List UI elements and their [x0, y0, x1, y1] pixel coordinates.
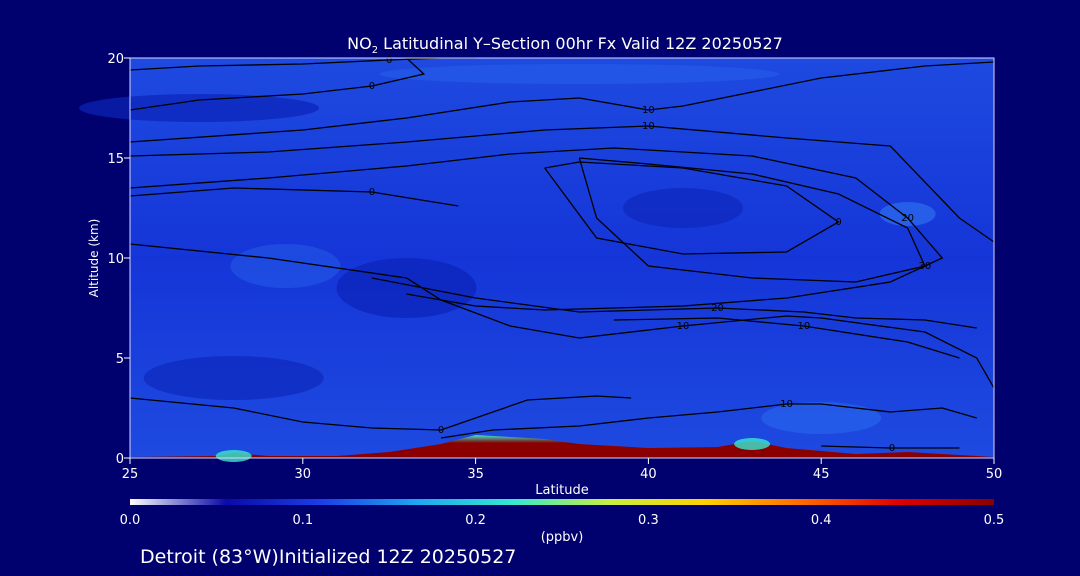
colorbar-tick-label: 0.1: [292, 513, 313, 528]
chart-root: NO2 Latitudinal Y–Section 00hr Fx Valid …: [0, 0, 1080, 576]
contour-label: 10: [780, 399, 793, 410]
y-tick-label: 0: [116, 452, 124, 467]
contour-label: 20: [901, 213, 914, 224]
field-patch: [143, 356, 324, 400]
colorbar-tick-label: 0.0: [120, 513, 141, 528]
contour-label: 0: [835, 217, 841, 228]
colorbar-tick-label: 0.5: [984, 513, 1005, 528]
surface-hotspot: [215, 450, 252, 462]
colorbar-unit-label: (ppbv): [541, 530, 584, 545]
y-axis-label: Altitude (km): [87, 219, 101, 298]
plot-area: [79, 58, 994, 462]
contour-label: 10: [642, 105, 655, 116]
x-tick-label: 30: [295, 467, 312, 482]
y-tick-label: 20: [107, 52, 124, 67]
field-patch: [761, 402, 882, 434]
subtitle-location-init: Detroit (83°W)Initialized 12Z 20250527: [140, 546, 516, 568]
chart-title: NO2 Latitudinal Y–Section 00hr Fx Valid …: [347, 34, 783, 56]
title-rest: Latitudinal Y–Section 00hr Fx Valid 12Z …: [378, 34, 783, 53]
contour-label: 0: [369, 187, 375, 198]
contour-label: 0: [369, 81, 375, 92]
x-axis-label: Latitude: [535, 483, 589, 498]
field-patch: [79, 94, 320, 122]
x-tick-label: 40: [640, 467, 657, 482]
contour-label: 10: [677, 321, 690, 332]
x-tick-label: 25: [122, 467, 139, 482]
colorbar-tick-label: 0.2: [465, 513, 486, 528]
field-patch: [379, 64, 780, 84]
y-tick-label: 15: [107, 152, 124, 167]
cross-section-chart: NO2 Latitudinal Y–Section 00hr Fx Valid …: [79, 34, 1005, 568]
contour-label: 0: [438, 425, 444, 436]
x-tick-label: 35: [467, 467, 484, 482]
colorbar: 0.0 0.1 0.2 0.3 0.4 0.5: [120, 499, 1005, 528]
colorbar-tick-label: 0.3: [638, 513, 659, 528]
contour-label: -0: [885, 443, 895, 454]
colorbar-tick-label: 0.4: [811, 513, 832, 528]
field-patch: [622, 188, 743, 228]
contour-label: 0: [386, 55, 392, 66]
contour-label: 10: [642, 121, 655, 132]
x-tick-label: 45: [813, 467, 830, 482]
y-tick-label: 10: [107, 252, 124, 267]
surface-hotspot: [734, 438, 771, 450]
field-patch: [336, 258, 477, 318]
x-axis: 25 30 35 40 45 50: [122, 458, 1003, 482]
x-tick-label: 50: [986, 467, 1003, 482]
title-prefix: NO: [347, 34, 372, 53]
contour-label: 30: [919, 261, 932, 272]
contour-label: 10: [798, 321, 811, 332]
contour-label: 20: [711, 303, 724, 314]
y-tick-label: 5: [116, 352, 124, 367]
colorbar-gradient: [130, 499, 994, 505]
